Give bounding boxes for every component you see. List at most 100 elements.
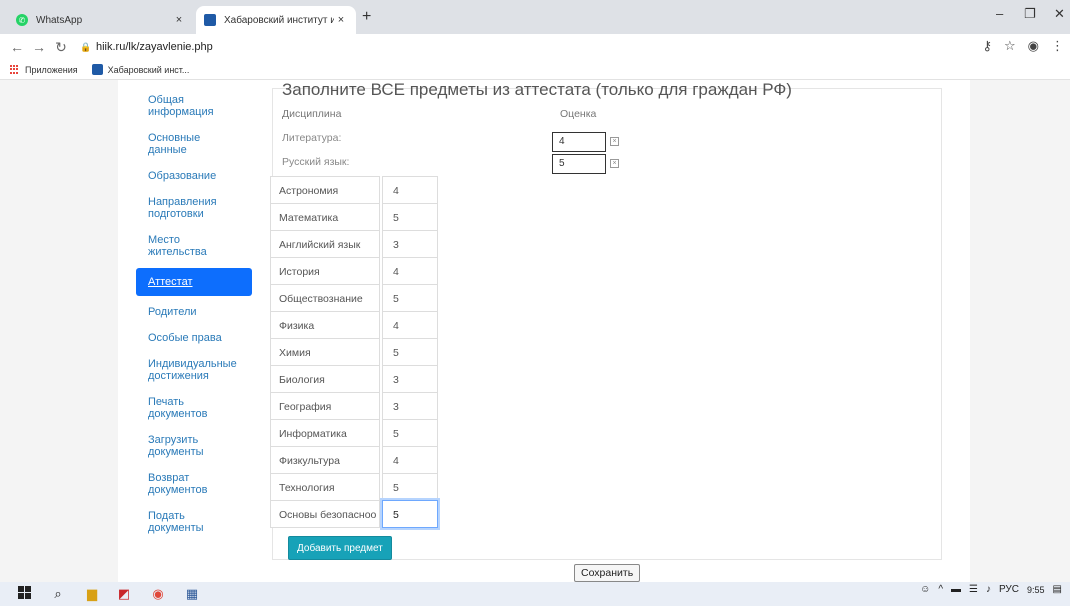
column-header-grade: Оценка	[560, 108, 597, 120]
wifi-icon[interactable]: ☰	[969, 584, 978, 595]
sidebar-item-print-documents[interactable]: Печать документов	[136, 392, 252, 424]
close-tab-icon[interactable]: ×	[172, 14, 186, 26]
word-icon[interactable]: ▦	[184, 586, 200, 602]
volume-icon[interactable]: ♪	[986, 584, 991, 595]
site-favicon-icon	[204, 14, 216, 26]
subject-grade-input[interactable]: 5	[382, 284, 438, 312]
subject-name-input[interactable]: Технология	[270, 473, 380, 501]
bookmark-khabarovsk[interactable]: Хабаровский инст...	[91, 64, 189, 75]
save-button[interactable]: Сохранить	[574, 564, 641, 582]
lock-icon: 🔒	[80, 42, 92, 52]
clear-icon[interactable]: ×	[610, 159, 619, 168]
restore-icon[interactable]: ❐	[1024, 6, 1036, 22]
subject-grade-input[interactable]: 3	[382, 230, 438, 258]
sidebar-item-residence[interactable]: Место жительства	[136, 230, 252, 262]
subject-name-input[interactable]: Химия	[270, 338, 380, 366]
browser-tab-bar: ✆ WhatsApp × Хабаровский институт инфоко…	[0, 0, 1070, 34]
subject-name-input[interactable]: Информатика	[270, 419, 380, 447]
subject-grade-input[interactable]: 3	[382, 365, 438, 393]
sidebar-item-parents[interactable]: Родители	[136, 302, 252, 322]
tab-title: Хабаровский институт инфоком	[224, 14, 334, 26]
sidebar-item-return-documents[interactable]: Возврат документов	[136, 468, 252, 500]
page-gutter-left	[0, 80, 118, 582]
tab-khabarovsk-institute[interactable]: Хабаровский институт инфоком ×	[196, 6, 356, 34]
sidebar-item-certificate[interactable]: Аттестат	[136, 268, 252, 296]
sidebar-item-general-info[interactable]: Общая информация	[136, 90, 252, 122]
russian-grade-input[interactable]: 5	[552, 154, 606, 174]
subject-grade-input[interactable]: 5	[382, 338, 438, 366]
system-tray: ☺ ^ ▬ ☰ ♪ РУС 9:55 ▤	[920, 584, 1062, 595]
main-container: Общая информация Основные данные Образов…	[118, 80, 970, 582]
url-text: hiik.ru/lk/zayavlenie.php	[96, 41, 213, 53]
pdf-reader-icon[interactable]: ◩	[116, 586, 132, 602]
address-bar[interactable]: 🔒 hiik.ru/lk/zayavlenie.php	[80, 37, 960, 57]
subject-grade-input[interactable]: 4	[382, 446, 438, 474]
bookmark-label: Приложения	[25, 64, 78, 75]
sidebar-nav: Общая информация Основные данные Образов…	[136, 90, 252, 544]
subject-grade-input[interactable]: 4	[382, 257, 438, 285]
subject-name-input[interactable]: Физика	[270, 311, 380, 339]
minimize-icon[interactable]: –	[996, 6, 1003, 21]
subject-grade-input[interactable]: 5	[382, 473, 438, 501]
subject-name-input[interactable]: Математика	[270, 203, 380, 231]
sidebar-item-education[interactable]: Образование	[136, 166, 252, 186]
file-explorer-icon[interactable]: ▆	[84, 586, 100, 602]
subject-name-input[interactable]: Основы безопасноо	[270, 500, 380, 528]
subject-grade-input[interactable]: 5	[382, 203, 438, 231]
subject-name-input[interactable]: Биология	[270, 365, 380, 393]
apps-grid-icon	[10, 64, 20, 75]
whatsapp-icon: ✆	[16, 14, 28, 26]
chrome-icon[interactable]: ◉	[150, 586, 166, 602]
form-title: Заполните ВСЕ предметы из аттестата (тол…	[282, 80, 792, 99]
clock[interactable]: 9:55	[1027, 585, 1045, 595]
close-window-icon[interactable]: ✕	[1054, 6, 1065, 22]
add-subject-button[interactable]: Добавить предмет	[288, 536, 392, 560]
literature-grade-input[interactable]: 4	[552, 132, 606, 152]
reload-icon[interactable]: ↻	[50, 39, 72, 56]
new-tab-button[interactable]: +	[362, 8, 371, 26]
forward-icon[interactable]: →	[28, 39, 50, 55]
subject-grade-input[interactable]: 3	[382, 392, 438, 420]
sidebar-item-study-directions[interactable]: Направления подготовки	[136, 192, 252, 224]
windows-start-icon[interactable]	[18, 586, 34, 602]
subject-name-input[interactable]: География	[270, 392, 380, 420]
sidebar-item-achievements[interactable]: Индивидуальные достижения	[136, 354, 252, 386]
subject-grade-input[interactable]: 5	[382, 419, 438, 447]
subject-name-input[interactable]: История	[270, 257, 380, 285]
chevron-up-icon[interactable]: ^	[938, 584, 943, 595]
subject-name-input[interactable]: Обществознание	[270, 284, 380, 312]
sidebar-item-special-rights[interactable]: Особые права	[136, 328, 252, 348]
tab-title: WhatsApp	[36, 14, 83, 26]
sidebar-item-upload-documents[interactable]: Загрузить документы	[136, 430, 252, 462]
people-icon[interactable]: ☺	[920, 584, 930, 595]
bookmarks-bar: Приложения Хабаровский инст...	[0, 60, 1070, 80]
subject-grade-input[interactable]: 5	[382, 500, 438, 528]
tab-whatsapp[interactable]: ✆ WhatsApp ×	[8, 6, 194, 34]
subject-name-input[interactable]: Английский язык	[270, 230, 380, 258]
star-icon[interactable]: ☆	[1004, 38, 1016, 54]
close-tab-icon[interactable]: ×	[334, 14, 348, 26]
language-indicator[interactable]: РУС	[999, 584, 1019, 595]
clear-icon[interactable]: ×	[610, 137, 619, 146]
page-gutter-right	[970, 80, 1070, 582]
search-icon[interactable]: ⌕	[50, 586, 66, 602]
fixed-subject-label: Литература:	[282, 132, 342, 144]
bookmark-apps[interactable]: Приложения	[10, 64, 78, 75]
column-header-discipline: Дисциплина	[282, 108, 342, 120]
menu-icon[interactable]: ⋮	[1051, 38, 1064, 54]
subject-grade-input[interactable]: 4	[382, 176, 438, 204]
key-icon[interactable]: ⚷	[982, 38, 992, 54]
notifications-icon[interactable]: ▤	[1053, 584, 1062, 595]
sidebar-item-main-data[interactable]: Основные данные	[136, 128, 252, 160]
page-content: Общая информация Основные данные Образов…	[0, 80, 1070, 582]
subject-grade-input[interactable]: 4	[382, 311, 438, 339]
site-favicon-icon	[91, 64, 103, 75]
browser-toolbar: ← → ↻ 🔒 hiik.ru/lk/zayavlenie.php ⚷ ☆ ◉ …	[0, 34, 1070, 60]
sidebar-item-submit-documents[interactable]: Подать документы	[136, 506, 252, 538]
subject-name-input[interactable]: Физкультура	[270, 446, 380, 474]
subject-name-input[interactable]: Астрономия	[270, 176, 380, 204]
back-icon[interactable]: ←	[6, 39, 28, 55]
battery-icon: ▬	[951, 584, 962, 595]
os-taskbar: ⌕ ▆ ◩ ◉ ▦ ☺ ^ ▬ ☰ ♪ РУС 9:55 ▤	[0, 582, 1070, 606]
profile-icon[interactable]: ◉	[1028, 38, 1039, 54]
